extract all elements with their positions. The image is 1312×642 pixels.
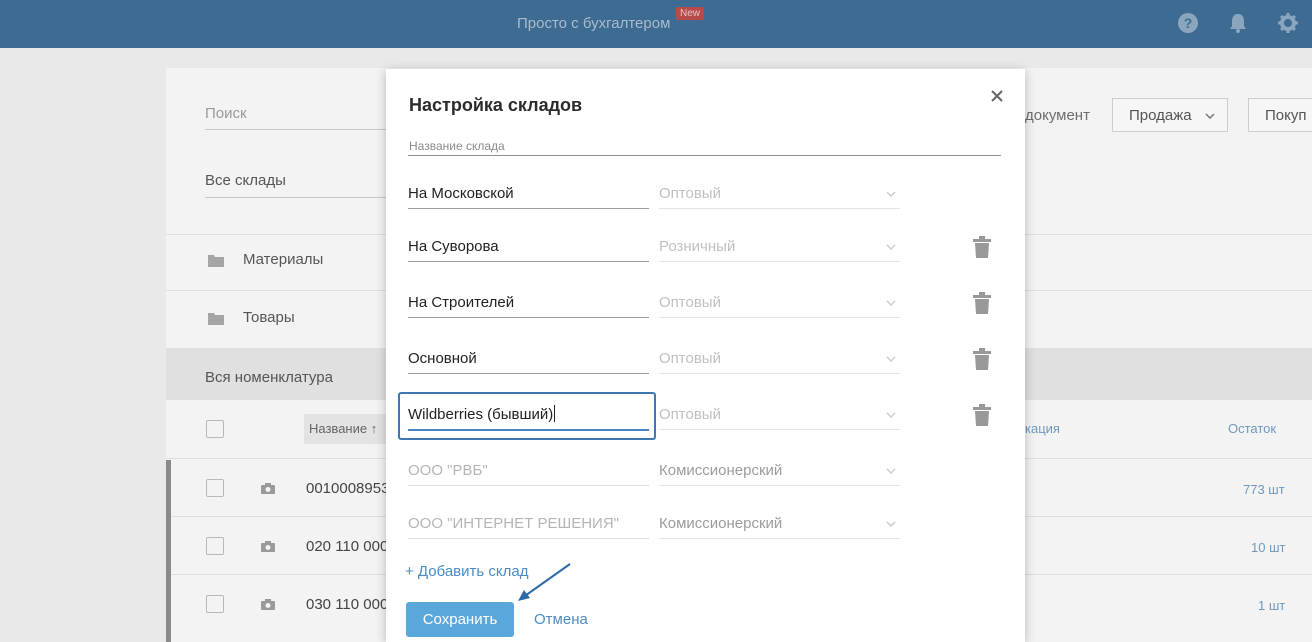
warehouse-type-select[interactable]: Оптовый (659, 344, 900, 374)
warehouse-settings-dialog: Настройка складов Название склада На Мос… (386, 69, 1025, 642)
warehouse-name-input[interactable]: Основной (408, 344, 649, 374)
dialog-title: Настройка складов (409, 95, 583, 115)
chevron-down-icon (886, 300, 896, 306)
camera-icon (261, 483, 275, 494)
trash-icon[interactable] (973, 292, 991, 314)
warehouse-type-select[interactable]: Розничный (659, 232, 900, 262)
warehouse-type-value: Комиссионерский (659, 515, 783, 532)
app-title: Просто с бухгалтером (517, 15, 671, 32)
row-rest: 1 шт (1258, 598, 1286, 613)
save-button[interactable]: Сохранить (406, 602, 514, 637)
warehouse-name-input[interactable]: На Строителей (408, 288, 649, 318)
warehouse-type-value: Оптовый (659, 350, 721, 367)
warehouse-type-select[interactable]: Оптовый (659, 288, 900, 318)
gear-icon[interactable] (1277, 12, 1299, 34)
chevron-down-icon (886, 468, 896, 474)
chevron-down-icon (886, 191, 896, 197)
camera-icon (261, 541, 275, 552)
warehouse-name-value: Wildberries (бывший) (408, 406, 554, 423)
warehouse-type-value: Оптовый (659, 406, 721, 423)
purchase-button[interactable]: Покуп (1248, 98, 1312, 132)
new-badge: New (676, 7, 705, 20)
warehouse-type-select[interactable]: Комиссионерский (659, 509, 900, 539)
row-checkbox[interactable] (206, 537, 224, 555)
warehouse-filter-underline (205, 197, 386, 198)
warehouse-type-value: Розничный (659, 238, 736, 255)
warehouse-filter[interactable]: Все склады (205, 172, 286, 189)
warehouse-name-input[interactable]: ООО "ИНТЕРНЕТ РЕШЕНИЯ" (408, 509, 649, 539)
folder-icon (208, 255, 224, 267)
row-rest: 773 шт (1243, 482, 1285, 497)
bell-icon[interactable] (1227, 12, 1249, 34)
trash-icon[interactable] (973, 236, 991, 258)
row-code[interactable]: 0010008953 (306, 480, 389, 497)
column-name-header: Название склада (409, 139, 505, 153)
row-code[interactable]: 020 110 000 (306, 538, 388, 555)
column-rest-header[interactable]: Остаток (1228, 421, 1276, 436)
warehouse-type-select[interactable]: Оптовый (659, 400, 900, 430)
sale-button[interactable]: Продажа (1112, 98, 1228, 132)
search-underline (205, 129, 386, 130)
row-checkbox[interactable] (206, 479, 224, 497)
document-label: документ (1025, 107, 1090, 124)
warehouse-name-input[interactable]: На Суворова (408, 232, 649, 262)
svg-text:?: ? (1184, 15, 1193, 31)
column-spec-header[interactable]: кация (1025, 421, 1060, 436)
purchase-button-label: Покуп (1265, 107, 1307, 124)
top-bar: Просто с бухгалтером New ? (0, 0, 1312, 48)
chevron-down-icon (886, 244, 896, 250)
warehouse-name-input-active[interactable]: Wildberries (бывший) (408, 401, 649, 431)
annotation-arrow-icon (518, 563, 571, 601)
warehouse-type-value: Оптовый (659, 185, 721, 202)
row-rest: 10 шт (1251, 540, 1286, 555)
close-icon[interactable] (989, 88, 1005, 104)
warehouse-type-value: Комиссионерский (659, 462, 783, 479)
row-code[interactable]: 030 110 000 (306, 596, 388, 613)
chevron-down-icon (886, 356, 896, 362)
cancel-link[interactable]: Отмена (534, 611, 588, 628)
folder-goods[interactable]: Товары (243, 309, 295, 326)
header-divider (408, 155, 1001, 156)
all-items-label[interactable]: Вся номенклатура (205, 369, 333, 386)
column-name-header[interactable]: Название ↑ (309, 421, 377, 436)
sale-button-label: Продажа (1129, 107, 1192, 124)
warehouse-name-input[interactable]: ООО "РВБ" (408, 456, 649, 486)
warehouse-type-select[interactable]: Комиссионерский (659, 456, 900, 486)
camera-icon (261, 599, 275, 610)
warehouse-type-value: Оптовый (659, 294, 721, 311)
folder-icon (208, 313, 224, 325)
search-input[interactable]: Поиск (205, 105, 247, 122)
save-button-label: Сохранить (422, 611, 498, 628)
chevron-down-icon (886, 412, 896, 418)
warehouse-type-select[interactable]: Оптовый (659, 179, 900, 209)
trash-icon[interactable] (973, 404, 991, 426)
row-checkbox[interactable] (206, 595, 224, 613)
text-cursor (554, 405, 556, 422)
chevron-down-icon (1205, 113, 1215, 119)
help-icon[interactable]: ? (1177, 12, 1199, 34)
folder-materials[interactable]: Материалы (243, 251, 323, 268)
trash-icon[interactable] (973, 348, 991, 370)
select-all-checkbox[interactable] (206, 420, 224, 438)
chevron-down-icon (886, 521, 896, 527)
warehouse-name-input[interactable]: На Московской (408, 179, 649, 209)
row-marker (166, 460, 171, 642)
